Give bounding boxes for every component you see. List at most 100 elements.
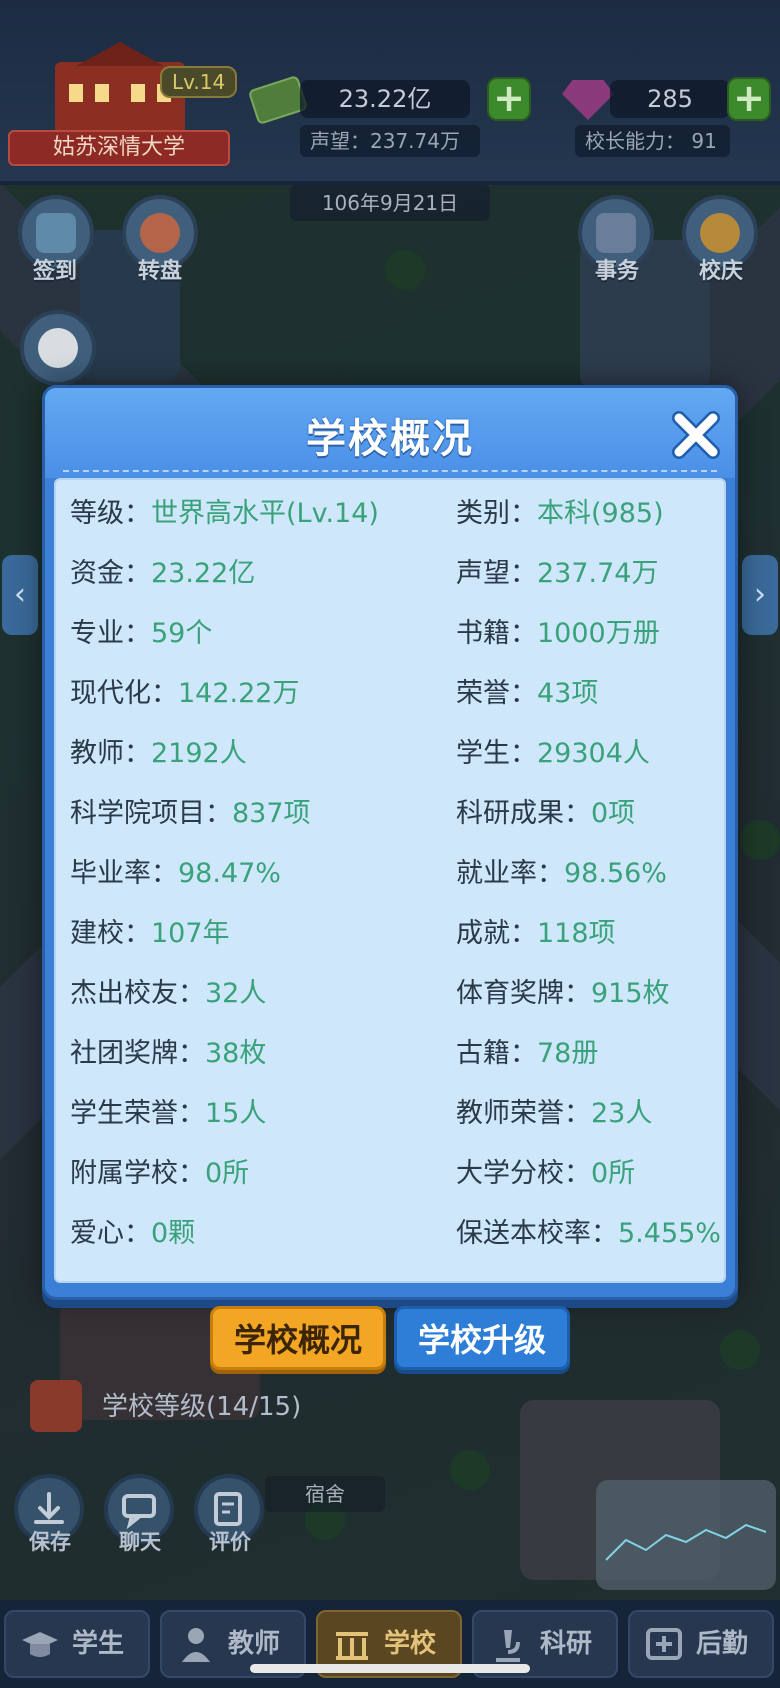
window <box>69 84 83 102</box>
add-gems-button[interactable]: + <box>727 77 771 121</box>
principal-ability-value: 校长能力： 91 <box>575 125 730 157</box>
info-row: 社团奖牌：38枚 古籍：78册 <box>56 1032 724 1076</box>
nav-research-label: 科研 <box>540 1629 593 1659</box>
stat-value: 0项 <box>591 798 636 829</box>
stat-label: 社团奖牌： <box>70 1038 205 1069</box>
stat-value: 世界高水平(Lv.14) <box>151 498 379 529</box>
stat-value: 78册 <box>537 1038 599 1069</box>
stat-value: 98.47% <box>178 858 281 889</box>
stat-label: 荣誉： <box>456 678 537 709</box>
anniversary-label: 校庆 <box>698 259 743 284</box>
school-name-ribbon: 姑苏深情大学 <box>8 130 230 166</box>
microscope-icon <box>496 1630 520 1662</box>
school-level-text: 学校等级(14/15) <box>102 1392 302 1422</box>
calendar-check-icon <box>36 213 76 253</box>
stat-label: 书籍： <box>456 618 537 649</box>
stat-value: 0所 <box>205 1158 250 1189</box>
nav-students[interactable]: 学生 <box>4 1610 150 1678</box>
info-row: 教师：2192人 学生：29304人 <box>56 732 724 776</box>
window <box>131 84 145 102</box>
nav-logistics-label: 后勤 <box>696 1629 749 1659</box>
info-row: 等级：世界高水平(Lv.14) 类别：本科(985) <box>56 492 724 536</box>
info-row: 毕业率：98.47% 就业率：98.56% <box>56 852 724 896</box>
stat-label: 就业率： <box>456 858 564 889</box>
stat-value: 142.22万 <box>178 678 300 709</box>
stat-label: 教师荣誉： <box>456 1098 591 1129</box>
bottom-navigation: 学生 教师 学校 科研 后勤 <box>0 1600 780 1688</box>
megaphone-icon <box>700 213 740 253</box>
stat-label: 附属学校： <box>70 1158 205 1189</box>
logistics-icon <box>646 1628 682 1660</box>
stat-value: 59个 <box>151 618 213 649</box>
chat-label: 聊天 <box>119 1530 161 1554</box>
stat-label: 专业： <box>70 618 151 649</box>
stat-label: 成就： <box>456 918 537 949</box>
stat-value: 0颗 <box>151 1218 196 1249</box>
tab-school-upgrade[interactable]: 学校升级 <box>394 1306 570 1370</box>
stat-label: 保送本校率： <box>456 1218 618 1249</box>
stat-label: 学生荣誉： <box>70 1098 205 1129</box>
stat-label: 资金： <box>70 558 151 589</box>
school-level-badge: Lv.14 <box>160 66 238 98</box>
funds-value: 23.22亿 <box>300 80 470 118</box>
info-row: 现代化：142.22万 荣誉：43项 <box>56 672 724 716</box>
add-funds-button[interactable]: + <box>487 77 531 121</box>
teacher-icon <box>182 1628 210 1662</box>
game-date: 106年9月21日 <box>290 185 490 221</box>
graduation-cap-icon <box>22 1632 58 1657</box>
right-arrow-icon[interactable]: › <box>742 555 778 635</box>
trend-minimap[interactable] <box>596 1480 776 1590</box>
school-pillar-icon <box>336 1632 368 1660</box>
stat-value: 15人 <box>205 1098 267 1129</box>
stat-value: 837项 <box>232 798 311 829</box>
stat-label: 科学院项目： <box>70 798 232 829</box>
stat-label: 现代化： <box>70 678 178 709</box>
close-button[interactable] <box>669 408 723 462</box>
stat-value: 本科(985) <box>537 498 664 529</box>
tab-school-overview[interactable]: 学校概况 <box>210 1306 386 1370</box>
mailbox-icon <box>30 1380 82 1432</box>
school-level-progress[interactable]: 学校等级(14/15) <box>30 1380 360 1432</box>
soccer-ball-icon <box>38 328 78 368</box>
stat-label: 类别： <box>456 498 537 529</box>
stat-value: 1000万册 <box>537 618 660 649</box>
sports-button[interactable] <box>20 310 96 386</box>
info-row: 附属学校：0所 大学分校：0所 <box>56 1152 724 1196</box>
left-arrow-icon[interactable]: ‹ <box>2 555 38 635</box>
review-label: 评价 <box>209 1530 251 1554</box>
stat-label: 科研成果： <box>456 798 591 829</box>
info-row: 建校：107年 成就：118项 <box>56 912 724 956</box>
info-row: 科学院项目：837项 科研成果：0项 <box>56 792 724 836</box>
wheel-label: 转盘 <box>137 259 182 284</box>
prize-wheel-icon <box>140 213 180 253</box>
stat-value: 107年 <box>151 918 230 949</box>
dorm-label[interactable]: 宿舍 <box>265 1476 385 1512</box>
home-indicator[interactable] <box>250 1664 530 1673</box>
trend-line-icon <box>605 1523 767 1561</box>
nav-teachers-label: 教师 <box>228 1629 281 1659</box>
save-label: 保存 <box>29 1530 71 1554</box>
info-row: 专业：59个 书籍：1000万册 <box>56 612 724 656</box>
info-row: 资金：23.22亿 声望：237.74万 <box>56 552 724 596</box>
stat-label: 声望： <box>456 558 537 589</box>
stat-value: 237.74万 <box>537 558 659 589</box>
stat-value: 43项 <box>537 678 599 709</box>
stat-label: 体育奖牌： <box>456 978 591 1009</box>
stat-label: 学生： <box>456 738 537 769</box>
stat-label: 教师： <box>70 738 151 769</box>
modal-header: 学校概况 <box>45 388 735 478</box>
stat-value: 38枚 <box>205 1038 267 1069</box>
nav-students-label: 学生 <box>72 1629 125 1659</box>
stat-label: 杰出校友： <box>70 978 205 1009</box>
top-resource-bar: Lv.14 姑苏深情大学 23.22亿 + 声望：237.74万 285 + 校… <box>0 0 780 185</box>
school-overview-modal: 学校概况 等级：世界高水平(Lv.14) 类别：本科(985) 资金：23.22… <box>42 385 738 1300</box>
stat-label: 毕业率： <box>70 858 178 889</box>
stat-label: 古籍： <box>456 1038 537 1069</box>
stat-label: 大学分校： <box>456 1158 591 1189</box>
stat-value: 98.56% <box>564 858 667 889</box>
stat-label: 等级： <box>70 498 151 529</box>
nav-logistics[interactable]: 后勤 <box>628 1610 774 1678</box>
gems-value: 285 <box>610 80 730 118</box>
stat-value: 2192人 <box>151 738 247 769</box>
stat-value: 5.455% <box>618 1218 721 1249</box>
